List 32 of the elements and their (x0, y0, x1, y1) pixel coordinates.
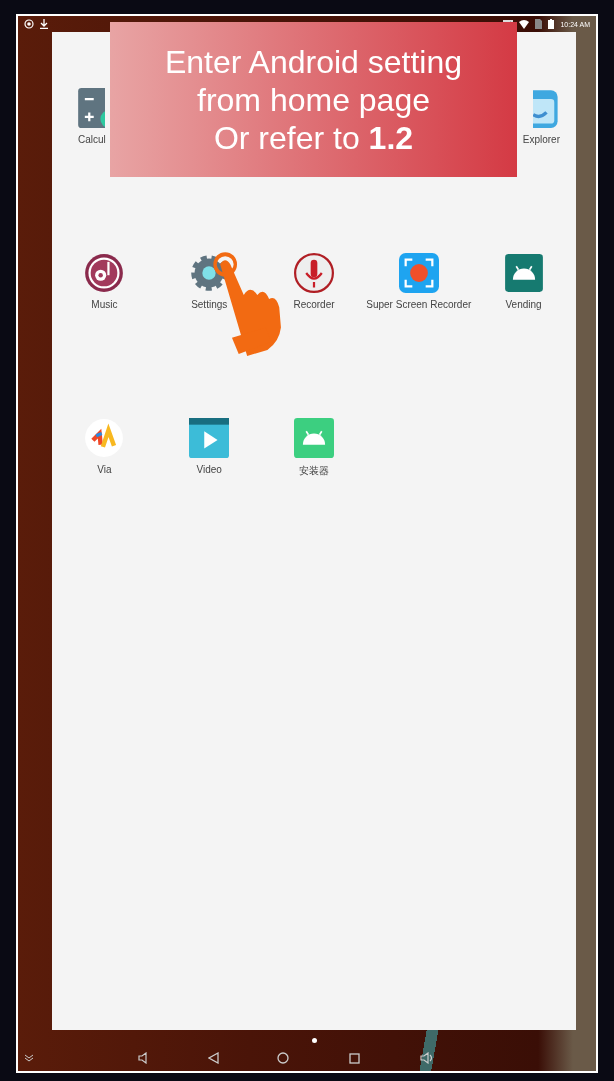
android-icon (503, 253, 544, 293)
app-label[interactable]: 安装器 (299, 464, 329, 478)
home-icon[interactable] (277, 1052, 289, 1064)
collapse-icon[interactable] (24, 1054, 34, 1062)
app-label[interactable]: Super Screen Recorder (366, 299, 472, 310)
app-label[interactable]: Video (196, 464, 222, 475)
download-icon (40, 19, 48, 29)
android-icon (294, 418, 334, 458)
recents-icon[interactable] (349, 1052, 360, 1064)
music-disc-icon (84, 253, 125, 293)
app-label[interactable]: Music (91, 299, 118, 310)
volume-down-icon[interactable] (138, 1052, 150, 1064)
via-logo-icon (84, 418, 125, 458)
page-indicator-icon (312, 1038, 317, 1043)
folder-icon (533, 88, 560, 128)
back-icon[interactable] (208, 1052, 219, 1064)
screenshot-icon (24, 19, 34, 29)
app-label[interactable]: Via (97, 464, 112, 475)
play-icon (189, 418, 230, 458)
app-label[interactable]: Recorder (293, 299, 335, 310)
app-label[interactable]: Vending (505, 299, 542, 310)
record-icon (398, 253, 439, 293)
sim-icon (535, 19, 543, 29)
battery-icon (548, 19, 555, 29)
app-label[interactable]: Explorer (522, 134, 560, 145)
calculator-icon (78, 88, 105, 128)
microphone-icon (294, 253, 334, 293)
app-label[interactable]: Calcul (78, 134, 106, 145)
volume-up-icon[interactable] (420, 1052, 434, 1064)
instruction-text: Enter Android setting from home page Or refer to 1.2 (164, 42, 463, 157)
wifi-icon (519, 19, 530, 29)
app-label[interactable]: Settings (191, 299, 228, 310)
